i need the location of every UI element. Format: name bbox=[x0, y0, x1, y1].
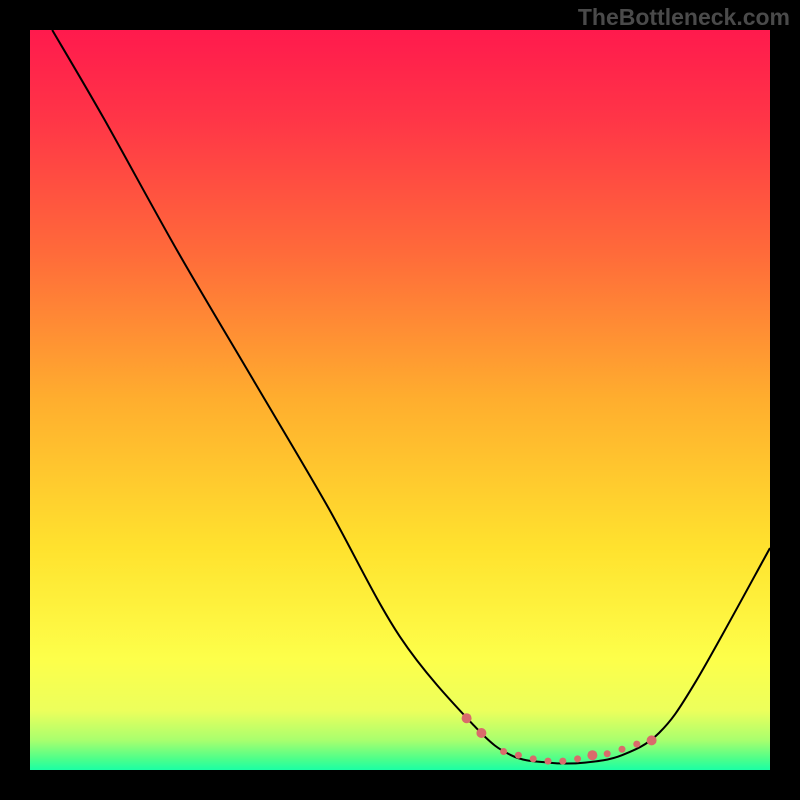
plot-area bbox=[30, 30, 770, 770]
marker-dot bbox=[530, 755, 537, 762]
marker-dot bbox=[462, 713, 472, 723]
marker-dot bbox=[587, 750, 597, 760]
marker-dot bbox=[604, 750, 611, 757]
marker-dot bbox=[633, 741, 640, 748]
marker-dot bbox=[559, 758, 566, 765]
marker-dot bbox=[647, 735, 657, 745]
marker-dot bbox=[476, 728, 486, 738]
marker-dot bbox=[500, 748, 507, 755]
marker-dot bbox=[545, 758, 552, 765]
marker-dot bbox=[619, 746, 626, 753]
attribution-text: TheBottleneck.com bbox=[578, 4, 790, 31]
chart-svg bbox=[30, 30, 770, 770]
marker-dot bbox=[574, 755, 581, 762]
marker-dot bbox=[515, 752, 522, 759]
chart-container: TheBottleneck.com bbox=[0, 0, 800, 800]
gradient-background bbox=[30, 30, 770, 770]
